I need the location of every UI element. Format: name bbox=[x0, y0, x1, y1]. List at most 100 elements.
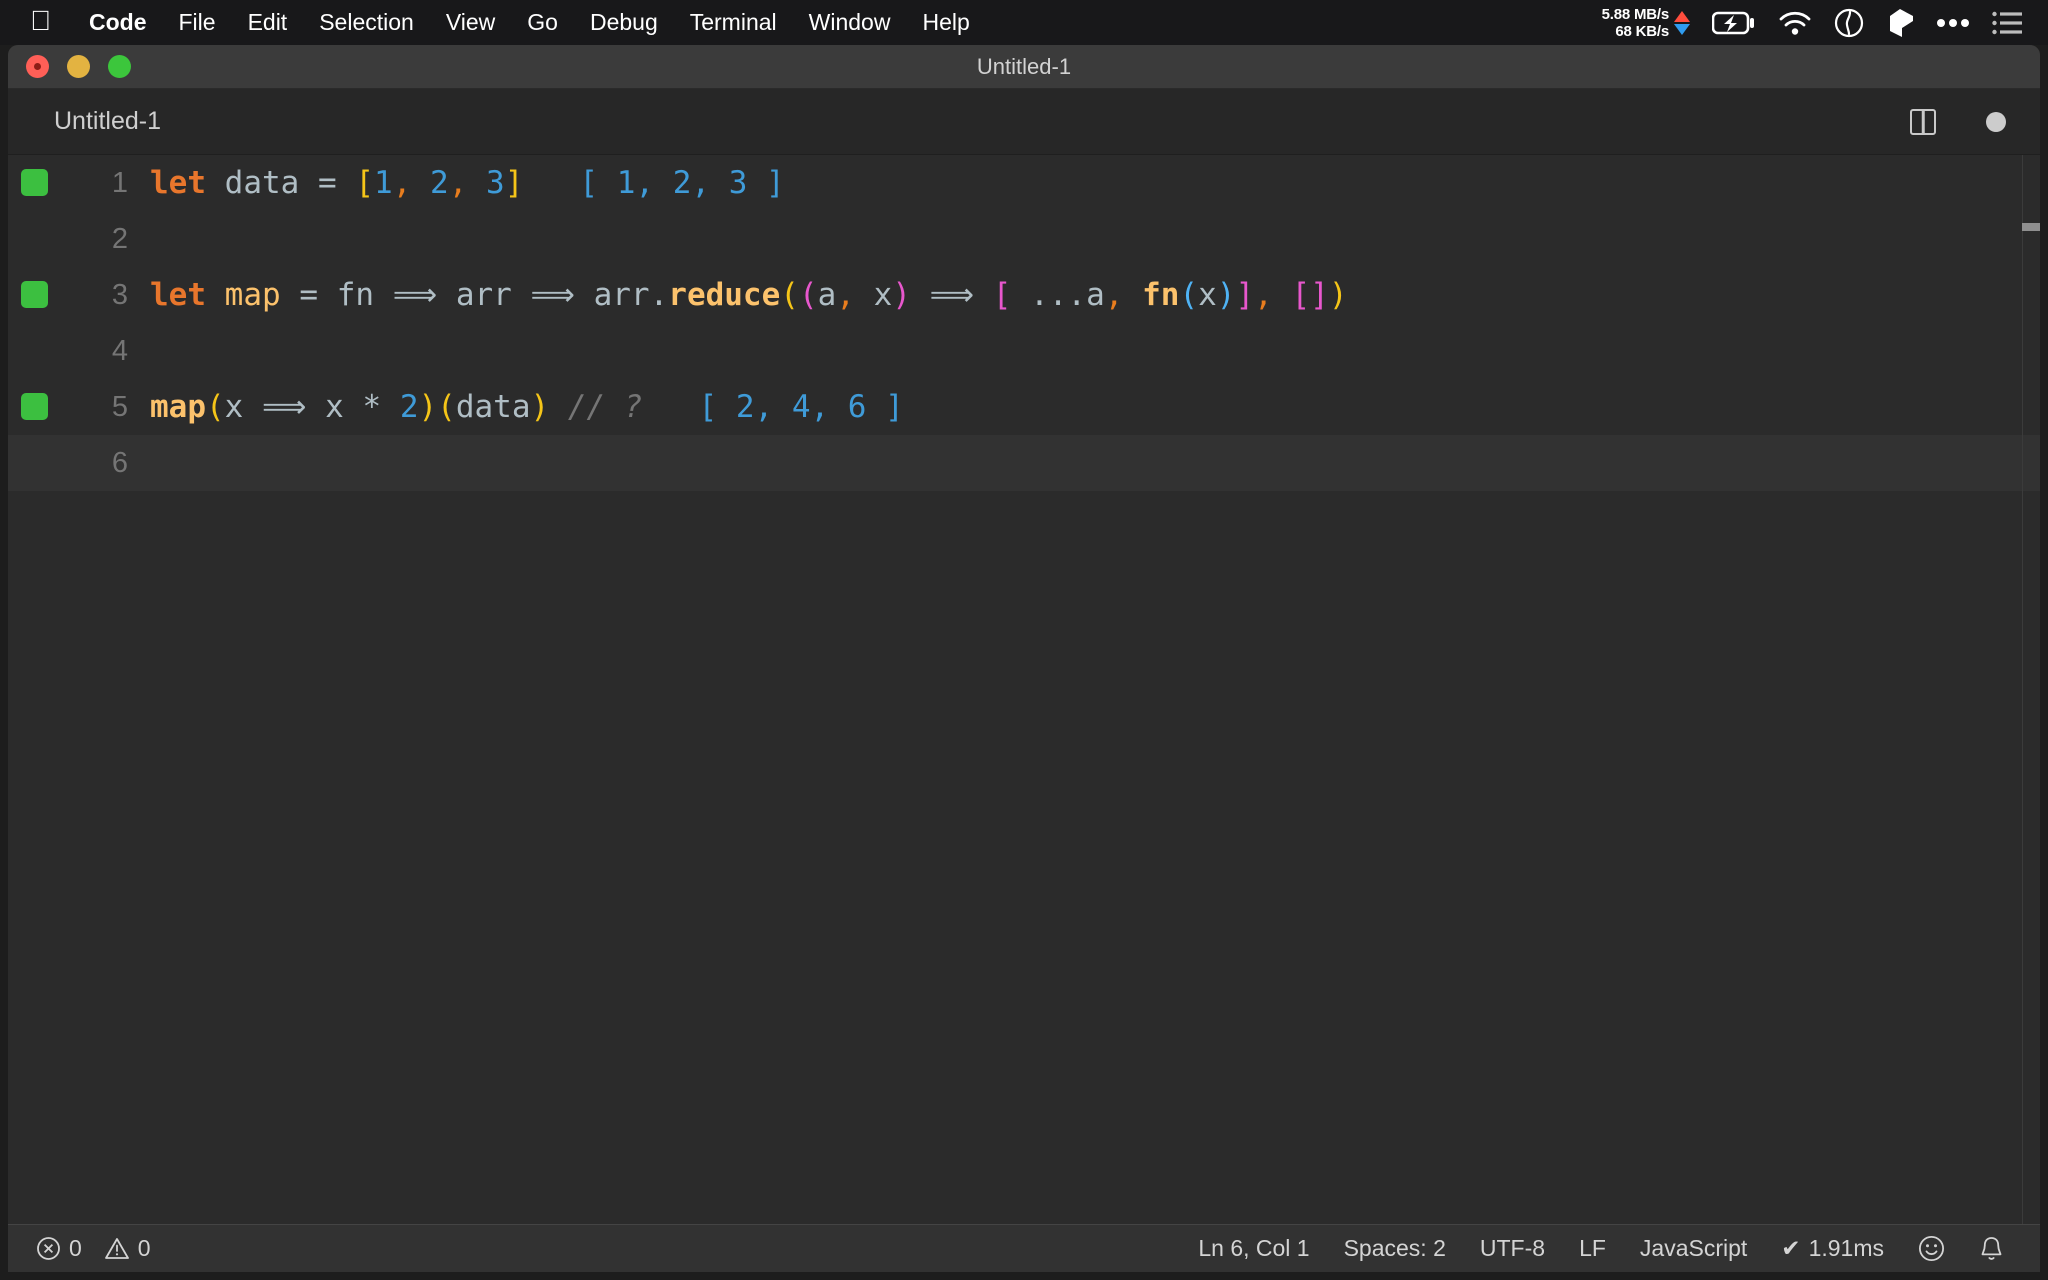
minimize-button[interactable] bbox=[67, 55, 90, 78]
status-bar-left: 0 0 bbox=[36, 1235, 151, 1262]
code-token: ] bbox=[1235, 277, 1255, 313]
tab-untitled-1[interactable]: Untitled-1 bbox=[54, 107, 161, 136]
menu-item-edit[interactable]: Edit bbox=[232, 9, 304, 36]
feedback-smiley-icon[interactable] bbox=[1918, 1235, 1945, 1262]
code-token: x bbox=[224, 389, 244, 425]
battery-charging-icon[interactable] bbox=[1712, 10, 1756, 36]
code-token: a bbox=[1086, 277, 1105, 313]
checkmark-icon: ✔ bbox=[1781, 1235, 1801, 1261]
code-line-2[interactable]: 2 bbox=[8, 211, 2040, 267]
file-encoding[interactable]: UTF-8 bbox=[1480, 1235, 1545, 1262]
bell-icon[interactable] bbox=[1979, 1235, 2004, 1262]
clock-icon[interactable] bbox=[1834, 8, 1864, 38]
download-speed: 68 KB/s bbox=[1615, 22, 1669, 40]
error-count-value: 0 bbox=[69, 1235, 82, 1261]
code-token: ⟹ bbox=[929, 277, 975, 313]
code-token: 2 bbox=[430, 165, 449, 201]
warning-triangle-icon bbox=[104, 1236, 130, 1261]
code-token: 2 bbox=[399, 389, 419, 425]
code-content-line-5[interactable]: map(x ⟹ x * 2)(data) // ? [ 2, 4, 6 ] bbox=[150, 389, 2040, 425]
warning-count[interactable]: 0 bbox=[104, 1235, 151, 1262]
split-editor-icon[interactable] bbox=[1910, 108, 1936, 135]
code-token: ( bbox=[798, 277, 818, 313]
execution-marker-icon[interactable] bbox=[21, 169, 48, 196]
apple-logo-icon[interactable]:  bbox=[30, 6, 51, 35]
menu-item-go[interactable]: Go bbox=[511, 9, 574, 36]
scrollbar-track bbox=[2022, 155, 2023, 1224]
run-time-status[interactable]: ✔ 1.91ms bbox=[1781, 1235, 1884, 1262]
code-token: reduce bbox=[668, 277, 781, 313]
code-token: ( bbox=[206, 389, 225, 425]
execution-marker-icon[interactable] bbox=[21, 281, 48, 308]
menu-bar-status-items: 5.88 MB/s 68 KB/s bbox=[1602, 6, 2048, 40]
cube-icon[interactable] bbox=[1886, 8, 1914, 38]
menu-item-window[interactable]: Window bbox=[793, 9, 907, 36]
code-token: [ bbox=[355, 165, 375, 201]
execution-marker-icon[interactable] bbox=[21, 393, 48, 420]
code-content-line-3[interactable]: let map = fn ⟹ arr ⟹ arr.reduce((a, x) ⟹… bbox=[150, 277, 2040, 313]
menu-item-help[interactable]: Help bbox=[906, 9, 985, 36]
language-mode[interactable]: JavaScript bbox=[1640, 1235, 1747, 1262]
close-button[interactable] bbox=[26, 55, 49, 78]
code-line-4[interactable]: 4 bbox=[8, 323, 2040, 379]
ellipsis-icon[interactable] bbox=[1936, 17, 1970, 29]
menu-item-selection[interactable]: Selection bbox=[303, 9, 430, 36]
code-token: 3 bbox=[486, 165, 505, 201]
code-token: fn bbox=[1142, 277, 1180, 313]
code-line-1[interactable]: 1 let data = [1, 2, 3] [ 1, 2, 3 ] bbox=[8, 155, 2040, 211]
window-title-bar: Untitled-1 bbox=[8, 45, 2040, 89]
wifi-icon[interactable] bbox=[1778, 10, 1812, 36]
code-token: arr bbox=[455, 277, 512, 313]
line-ending[interactable]: LF bbox=[1579, 1235, 1606, 1262]
menu-item-view[interactable]: View bbox=[430, 9, 511, 36]
network-speed-indicator[interactable]: 5.88 MB/s 68 KB/s bbox=[1602, 6, 1690, 40]
code-editor[interactable]: 1 let data = [1, 2, 3] [ 1, 2, 3 ] 2 3 let m… bbox=[8, 155, 2040, 1224]
scrollbar-marker[interactable] bbox=[2022, 223, 2040, 231]
code-token: ( bbox=[1179, 277, 1199, 313]
line-number-2: 2 bbox=[111, 222, 128, 255]
editor-window: Untitled-1 Untitled-1 1 let data = [1, 2,… bbox=[8, 45, 2040, 1272]
unsaved-changes-dot-icon[interactable] bbox=[1986, 111, 2006, 132]
code-line-5[interactable]: 5 map(x ⟹ x * 2)(data) // ? [ 2, 4, 6 ] bbox=[8, 379, 2040, 435]
menu-item-terminal[interactable]: Terminal bbox=[674, 9, 793, 36]
menu-item-code[interactable]: Code bbox=[73, 9, 163, 36]
code-token: = bbox=[318, 165, 337, 201]
download-arrow-icon bbox=[1674, 23, 1690, 35]
upload-speed: 5.88 MB/s bbox=[1601, 5, 1670, 23]
code-line-6[interactable]: 6 bbox=[8, 435, 2040, 491]
cursor-position[interactable]: Ln 6, Col 1 bbox=[1198, 1235, 1309, 1262]
code-token: // ? bbox=[567, 389, 643, 425]
code-token: map bbox=[150, 389, 206, 425]
line-number-4: 4 bbox=[111, 334, 128, 367]
status-bar-right: Ln 6, Col 1 Spaces: 2 UTF-8 LF JavaScrip… bbox=[1198, 1235, 2004, 1262]
editor-scrollbar[interactable] bbox=[2020, 155, 2040, 1224]
code-token: x bbox=[325, 389, 344, 425]
list-icon[interactable] bbox=[1992, 11, 2022, 35]
status-bar: 0 0 Ln 6, Col 1 Spaces: 2 UTF-8 LF JavaS… bbox=[8, 1224, 2040, 1272]
code-token: , bbox=[392, 165, 412, 201]
menu-item-file[interactable]: File bbox=[163, 9, 232, 36]
maximize-button[interactable] bbox=[108, 55, 131, 78]
menu-item-debug[interactable]: Debug bbox=[574, 9, 674, 36]
code-line-3[interactable]: 3 let map = fn ⟹ arr ⟹ arr.reduce((a, x) … bbox=[8, 267, 2040, 323]
code-token: x bbox=[1198, 277, 1217, 313]
code-content-line-1[interactable]: let data = [1, 2, 3] [ 1, 2, 3 ] bbox=[150, 165, 2040, 201]
indentation-setting[interactable]: Spaces: 2 bbox=[1344, 1235, 1446, 1262]
code-token: a bbox=[817, 277, 837, 313]
error-count[interactable]: 0 bbox=[36, 1235, 82, 1262]
